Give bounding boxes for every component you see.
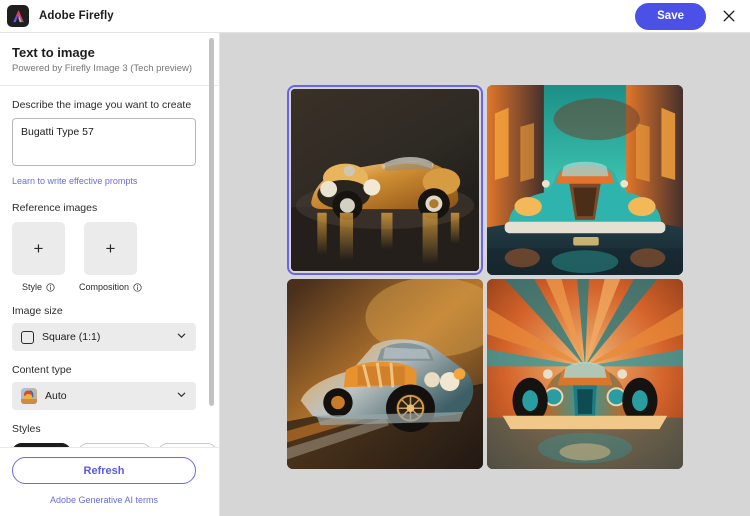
- square-icon: [21, 331, 34, 344]
- styles-label: Styles: [12, 423, 207, 435]
- app-header: Adobe Firefly Save: [0, 0, 750, 33]
- image-size-select[interactable]: Square (1:1): [12, 323, 196, 351]
- reference-images-row: + Style: [12, 222, 207, 292]
- reference-style: + Style: [12, 222, 65, 292]
- app-body: Text to image Powered by Firefly Image 3…: [0, 33, 750, 516]
- content-type-label: Content type: [12, 364, 207, 376]
- chevron-down-icon: [176, 328, 187, 346]
- add-style-reference-button[interactable]: +: [12, 222, 65, 275]
- reference-images-section: Reference images + Style: [0, 202, 219, 292]
- generated-image-3-thumb[interactable]: [287, 279, 483, 469]
- info-icon[interactable]: [46, 283, 55, 292]
- save-button[interactable]: Save: [635, 3, 706, 30]
- generated-image-4-thumb[interactable]: [487, 279, 683, 469]
- sidebar-footer: Refresh Adobe Generative AI terms: [0, 447, 219, 516]
- content-type-section: Content type: [0, 364, 219, 410]
- brand: Adobe Firefly: [7, 5, 114, 27]
- generative-ai-terms-link[interactable]: Adobe Generative AI terms: [50, 495, 158, 505]
- reference-images-label: Reference images: [12, 202, 207, 214]
- prompt-section: Describe the image you want to create Le…: [0, 99, 219, 189]
- content-type-value: Auto: [45, 390, 168, 402]
- app-title: Adobe Firefly: [39, 10, 114, 22]
- generated-image-1-thumb[interactable]: [291, 89, 479, 271]
- info-icon[interactable]: [133, 283, 142, 292]
- styles-section: Styles Popular Movements Themes: [0, 423, 219, 447]
- reference-style-caption: Style: [22, 282, 55, 292]
- page-title: Text to image: [12, 45, 205, 60]
- image-size-label: Image size: [12, 305, 207, 317]
- reference-composition-label: Composition: [79, 282, 129, 292]
- sidebar-scrollbar[interactable]: [209, 38, 214, 406]
- reference-composition: + Composition: [79, 222, 142, 292]
- header-actions: Save: [635, 3, 740, 30]
- styles-tab-popular[interactable]: Popular: [12, 443, 71, 447]
- prompt-input[interactable]: [12, 118, 196, 166]
- sidebar-scroll-area: Text to image Powered by Firefly Image 3…: [0, 33, 219, 447]
- styles-tab-movements[interactable]: Movements: [78, 443, 151, 447]
- content-type-select[interactable]: Auto: [12, 382, 196, 410]
- prompt-label: Describe the image you want to create: [12, 99, 207, 111]
- close-icon[interactable]: [718, 5, 740, 27]
- chevron-down-icon: [176, 387, 187, 405]
- terms-link-wrap: Adobe Generative AI terms: [12, 490, 196, 508]
- plus-icon: +: [34, 240, 44, 257]
- effective-prompts-link[interactable]: Learn to write effective prompts: [12, 176, 137, 186]
- add-composition-reference-button[interactable]: +: [84, 222, 137, 275]
- styles-tab-themes[interactable]: Themes: [158, 443, 216, 447]
- firefly-app-window: Adobe Firefly Save Text to image Powered…: [0, 0, 750, 516]
- generated-image-4[interactable]: [487, 279, 683, 469]
- panel-header: Text to image Powered by Firefly Image 3…: [0, 33, 219, 86]
- auto-content-icon: [21, 388, 37, 404]
- generated-image-1[interactable]: [287, 85, 483, 275]
- adobe-firefly-logo-icon: [7, 5, 29, 27]
- settings-sidebar: Text to image Powered by Firefly Image 3…: [0, 33, 220, 516]
- reference-style-label: Style: [22, 282, 42, 292]
- generated-image-3[interactable]: [287, 279, 483, 469]
- image-size-section: Image size Square (1:1): [0, 305, 219, 351]
- page-subtitle: Powered by Firefly Image 3 (Tech preview…: [12, 63, 205, 74]
- generated-image-2[interactable]: [487, 85, 683, 275]
- refresh-button[interactable]: Refresh: [12, 457, 196, 484]
- generated-image-2-thumb[interactable]: [487, 85, 683, 275]
- plus-icon: +: [106, 240, 116, 257]
- styles-tabs: Popular Movements Themes: [12, 443, 207, 447]
- results-grid: [287, 85, 683, 469]
- results-canvas: [220, 33, 750, 516]
- image-size-value: Square (1:1): [42, 331, 168, 343]
- reference-composition-caption: Composition: [79, 282, 142, 292]
